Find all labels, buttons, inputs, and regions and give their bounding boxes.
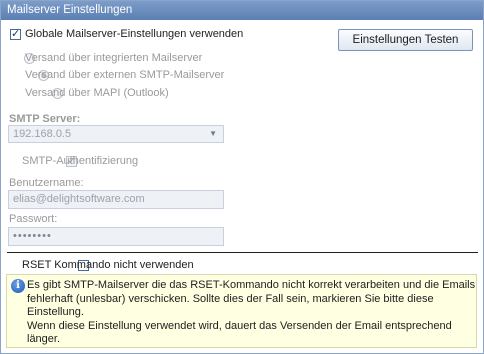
radio-mapi-outlook-label[interactable]: Versand über MAPI (Outlook) xyxy=(25,87,169,99)
username-label: Benutzername: xyxy=(9,177,84,189)
smtp-server-value: 192.168.0.5 xyxy=(13,128,72,140)
checkmark-icon: ✓ xyxy=(11,27,21,40)
test-settings-button[interactable]: Einstellungen Testen xyxy=(338,29,473,51)
chevron-down-icon[interactable]: ▼ xyxy=(209,126,217,142)
info-line: fehlerhaft (unlesbar) verschicken. Sollt… xyxy=(27,292,434,305)
smtp-auth-label[interactable]: SMTP-Authentifizierung xyxy=(22,155,138,167)
info-line: länger. xyxy=(27,333,61,345)
global-settings-label[interactable]: Globale Mailserver-Einstellungen verwend… xyxy=(25,28,243,40)
radio-integrated-mailserver-label[interactable]: Versand über integrierten Mailserver xyxy=(25,52,202,64)
radio-external-smtp-label[interactable]: Versand über externen SMTP-Mailserver xyxy=(25,69,224,81)
info-box: i Es gibt SMTP-Mailserver die das RSET-K… xyxy=(6,274,477,348)
panel-title: Mailserver Einstellungen xyxy=(1,1,483,20)
global-settings-checkbox[interactable]: ✓ xyxy=(10,27,21,40)
info-line: Es gibt SMTP-Mailserver die das RSET-Kom… xyxy=(27,279,476,291)
username-field[interactable]: elias@delightsoftware.com xyxy=(8,190,224,209)
smtp-server-label: SMTP Server: xyxy=(9,113,81,125)
smtp-server-dropdown[interactable]: 192.168.0.5 ▼ xyxy=(8,125,224,143)
password-label: Passwort: xyxy=(9,213,58,225)
mailserver-settings-panel: Mailserver Einstellungen ✓ Globale Mails… xyxy=(0,0,484,354)
section-divider xyxy=(7,252,478,253)
rset-label[interactable]: RSET Kommando nicht verwenden xyxy=(22,259,194,271)
info-text: Es gibt SMTP-Mailserver die das RSET-Kom… xyxy=(27,279,475,347)
info-icon: i xyxy=(11,279,25,293)
info-line: Wenn diese Einstellung verwendet wird, d… xyxy=(27,319,452,332)
info-line: Einstellung. xyxy=(27,306,84,318)
password-field[interactable]: •••••••• xyxy=(8,227,224,246)
